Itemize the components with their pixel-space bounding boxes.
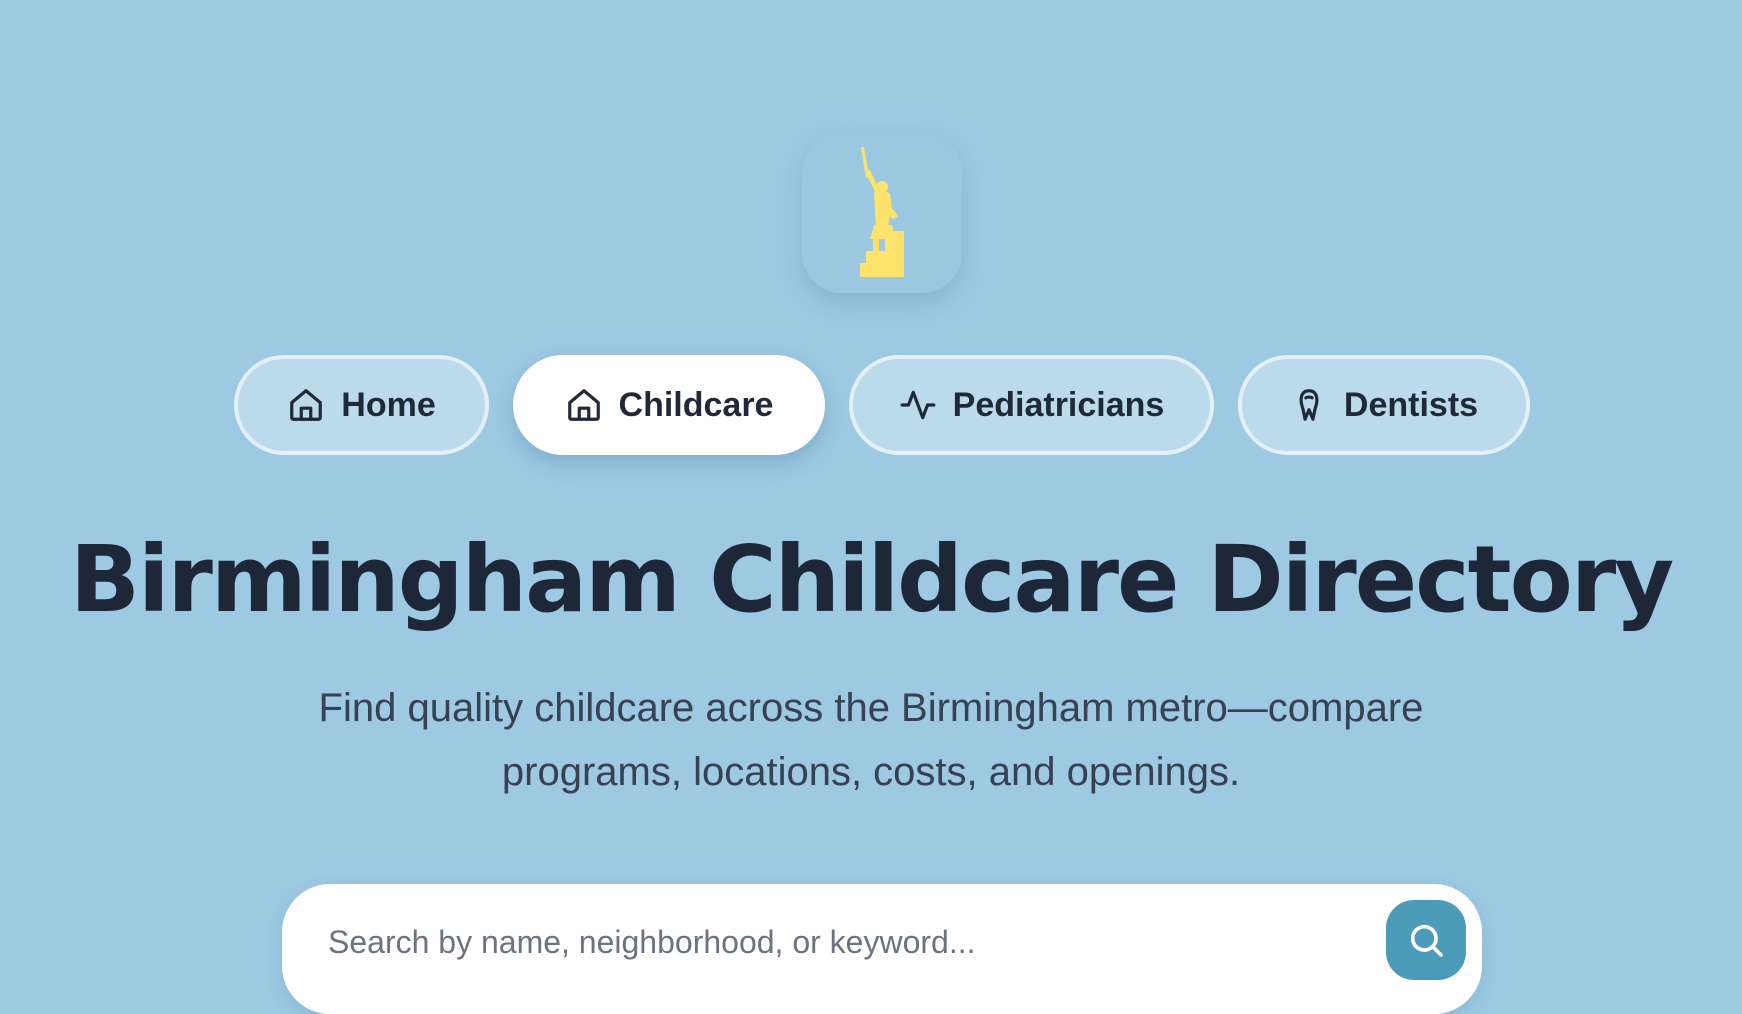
search-bar: [282, 884, 1482, 1014]
nav-dentists-label: Dentists: [1343, 385, 1479, 424]
site-logo[interactable]: [802, 133, 962, 293]
nav-pediatricians[interactable]: Pediatricians: [849, 355, 1214, 455]
page-title: Birmingham Childcare Directory: [69, 526, 1674, 633]
tooth-icon: [1290, 386, 1328, 424]
nav-pediatricians-label: Pediatricians: [952, 385, 1165, 424]
nav-childcare[interactable]: Childcare: [513, 355, 825, 455]
search-icon: [1410, 924, 1443, 957]
search-button[interactable]: [1386, 900, 1466, 980]
page-subtitle: Find quality childcare across the Birmin…: [318, 686, 1424, 794]
main-nav: Home Childcare Pediatricians Dentists: [0, 355, 1742, 455]
nav-home[interactable]: Home: [234, 355, 489, 455]
home-icon: [287, 386, 325, 424]
nav-dentists[interactable]: Dentists: [1238, 355, 1530, 455]
heartbeat-icon: [899, 386, 937, 424]
nav-childcare-label: Childcare: [618, 385, 774, 424]
search-input[interactable]: [328, 884, 1328, 1000]
nav-home-label: Home: [341, 385, 436, 424]
home-icon: [565, 386, 603, 424]
statue-icon: [860, 147, 904, 277]
